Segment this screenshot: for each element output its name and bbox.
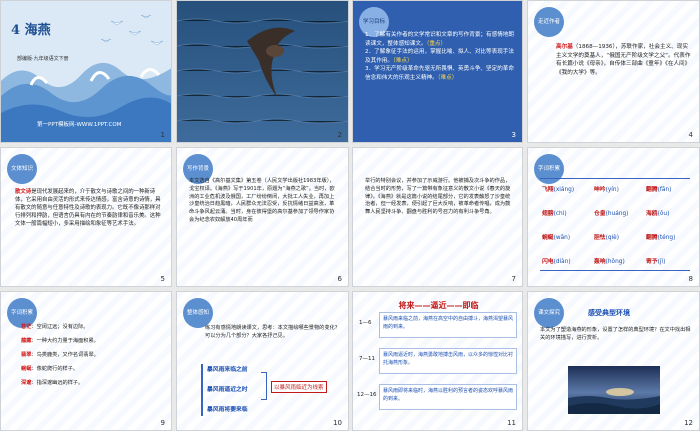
slide-thumbnail-8[interactable]: 字词积累 飞翔(xiáng) 呻吟(yín) 翻腾(fān) 翅膀(chì) 仓… [527,147,700,287]
slide1-subtitle: 部编版·九年级语文下册 [17,56,69,62]
section-tag: 字词积累 [534,154,564,184]
slide12-title: 感受典型环境 [588,309,630,317]
slide-number: 7 [511,275,516,283]
slide-number: 1 [160,131,165,139]
slide-thumbnail-1[interactable]: 4 海燕 部编版·九年级语文下册 第一PPT模板网-WWW.1PPT.COM 1 [0,0,172,143]
slide-thumbnail-7[interactable]: 举行的特别会议，并参加了示威游行。他被捕及次斗争的作品，结合当时的形势，写了一篇… [352,147,523,287]
slide-number: 9 [160,419,165,427]
genre-box: 散文诗是现代发展起来的，介于散文与诗歌之间的一种新诗体，它采用自由灵活的形式来传… [15,189,161,227]
background-text-continued: 举行的特别会议，并参加了示威游行。他被捕及次斗争的作品，结合当时的形势，写了一篇… [365,178,511,216]
slide-number: 11 [507,419,516,427]
structure-diagram: 暴风雨来临之前 暴风雨逼近之时 暴风雨将要来临 以暴风雨临近为线索 [197,364,347,416]
slide-number: 10 [333,419,342,427]
section-tag: 走近作者 [534,7,564,37]
definitions-list: 苍茫：空阔辽远；没有边际。 蕴藏：一种大约力量于海面积累。 翡翠：鸟类鹿类，又作… [21,324,99,386]
lesson-number: 4 [11,23,21,38]
seabird-photo [177,1,348,142]
slide-thumbnail-5[interactable]: 文体知识 散文诗是现代发展起来的，介于散文与诗歌之间的一种新诗体，它采用自由灵活… [0,147,172,287]
objectives-text: 1．了解有关作者的文学常识和文章的写作背景；有感情地朗读课文，整体感知课文。（重… [365,32,514,81]
slide-thumbnail-12[interactable]: 课文探究 感受典型环境 本文为了塑造海燕的形象，设置了怎样的典型环境？在文中找出… [527,291,700,431]
slide-thumbnail-2[interactable]: 2 [176,0,349,143]
lesson-title: 海燕 [24,23,51,38]
slide-number: 5 [160,275,165,283]
slide11-title: 将来——逼近——即临 [398,301,479,310]
slide-thumbnail-4[interactable]: 走近作者 高尔基（1868—1936），苏联作家，社会主义、现实主义文学的奠基人… [527,0,700,143]
slide1-title: 4 海燕 [11,19,51,38]
slide1-footer[interactable]: 第一PPT模板网-WWW.1PPT.COM [37,120,121,128]
table-top-rule [540,178,690,179]
slide-thumbnail-11[interactable]: 将来——逼近——即临 1—6 暴风雨来临之前，海燕在高空中的自由搏斗，海燕渴望暴… [352,291,523,431]
slide-number: 3 [511,131,516,139]
stormy-sea-photo [568,366,660,414]
section-tag: 课文探究 [534,298,564,328]
slide-thumbnail-3[interactable]: 学习目标 1．了解有关作者的文学常识和文章的写作背景；有感情地朗读课文，整体感知… [352,0,523,143]
question-text: 本文为了塑造海燕的形象，设置了怎样的典型环境？在文中找出相关的环境描写，进行赏析… [540,327,691,341]
question-text: 练习有感情地朗读课文，思考：本文描绘哪些景物的变化？可以分为几个部分？大家各抒己… [205,325,340,339]
clue-label: 以暴风雨临近为线索 [271,381,327,393]
slide-number: 2 [337,131,342,139]
background-text: 本文选自《高尔基文集》第五卷（人民文学出版社1983年版），戈宝权译。《海燕》写… [189,178,335,223]
slide-thumbnail-10[interactable]: 整体感知 练习有感情地朗读课文，思考：本文描绘哪些景物的变化？可以分为几个部分？… [176,291,349,431]
table-bottom-rule [540,270,690,271]
slide-number: 6 [337,275,342,283]
slide-thumbnail-6[interactable]: 写作背景 本文选自《高尔基文集》第五卷（人民文学出版社1983年版），戈宝权译。… [176,147,349,287]
slide-number: 4 [688,131,693,139]
section-tag: 文体知识 [7,154,37,184]
slide-number: 8 [688,275,693,283]
author-text: 高尔基（1868—1936），苏联作家，社会主义、现实主义文学的奠基人，“俄国无… [556,44,691,76]
slide-number: 12 [684,419,693,427]
slide-thumbnail-9[interactable]: 字词积累 苍茫：空阔辽远；没有边际。 蕴藏：一种大约力量于海面积累。 翡翠：鸟类… [0,291,172,431]
